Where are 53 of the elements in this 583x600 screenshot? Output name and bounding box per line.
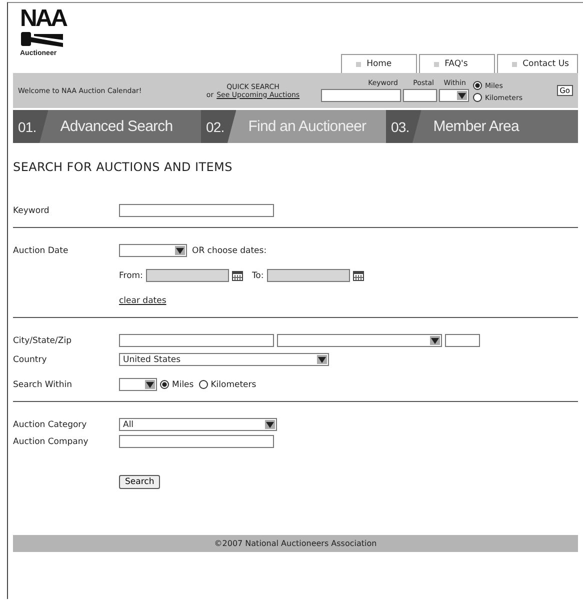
nav-tab[interactable]: Contact Us	[496, 54, 578, 73]
date-field[interactable]	[266, 269, 350, 282]
dropdown-select[interactable]: All	[119, 418, 277, 431]
nav-tab[interactable]: FAQ's	[418, 54, 495, 73]
radio-button[interactable]	[198, 380, 208, 389]
square-icon	[512, 62, 517, 66]
unit-label: Miles	[172, 380, 194, 390]
date-field[interactable]	[146, 269, 229, 282]
field-label: Auction Category	[13, 420, 87, 430]
field-label: To:	[252, 270, 264, 280]
radio-button[interactable]	[473, 93, 482, 102]
field-label: Country	[13, 354, 47, 364]
calendar-icon[interactable]	[232, 270, 243, 280]
radio-button[interactable]	[160, 380, 169, 389]
zip-field[interactable]	[445, 334, 480, 347]
section-tab[interactable]: 03. Member Area	[386, 110, 578, 143]
distance-select[interactable]	[439, 89, 469, 102]
dropdown-arrow-icon[interactable]	[145, 380, 155, 389]
square-icon	[356, 62, 361, 66]
radio-button[interactable]	[473, 81, 482, 90]
field-label: Auction Company	[13, 436, 88, 446]
clear-dates-link[interactable]: clear dates	[119, 296, 166, 306]
dropdown-arrow-icon[interactable]	[317, 355, 327, 364]
section-tab[interactable]: 01. Advanced Search	[13, 110, 201, 143]
section-tab[interactable]: 02. Find an Auctioneer	[201, 110, 386, 143]
dropdown-arrow-icon[interactable]	[457, 91, 467, 100]
footer-bar: ©2007 National Auctioneers Association	[13, 535, 578, 552]
distance-select[interactable]	[119, 378, 157, 391]
field-label: City/State/Zip	[13, 336, 72, 346]
nav-tab[interactable]: Home	[340, 54, 417, 73]
page-heading: SEARCH FOR AUCTIONS AND ITEMS	[13, 160, 234, 174]
unit-label: Kilometers	[210, 380, 256, 390]
logo-title: NAA	[20, 9, 66, 29]
field-label: From:	[119, 270, 143, 280]
gavel-icon	[20, 30, 64, 50]
date-select[interactable]	[119, 244, 187, 257]
dropdown-select[interactable]: United States	[119, 353, 329, 366]
square-icon	[434, 62, 439, 66]
postal-field[interactable]	[403, 89, 437, 102]
dropdown-arrow-icon[interactable]	[175, 246, 185, 255]
dropdown-arrow-icon[interactable]	[430, 336, 440, 345]
hint-text: OR choose dates:	[192, 246, 267, 256]
city-field[interactable]	[119, 334, 274, 347]
dropdown-arrow-icon[interactable]	[265, 420, 275, 429]
field-label: Search Within	[13, 380, 72, 390]
calendar-icon[interactable]	[352, 270, 364, 280]
text-field[interactable]	[119, 204, 274, 217]
text-field[interactable]	[119, 435, 274, 448]
search-button[interactable]: Search	[119, 475, 160, 489]
state-select[interactable]	[277, 334, 442, 347]
keyword-field[interactable]	[321, 89, 401, 102]
field-label: Auction Date	[13, 246, 68, 256]
field-label: Keyword	[13, 206, 50, 216]
